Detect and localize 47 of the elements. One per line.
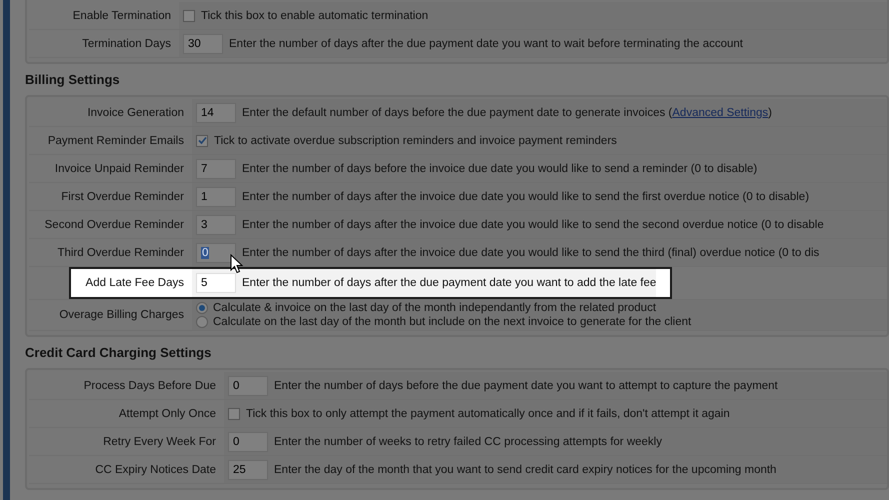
field-label: Process Days Before Due: [82, 380, 217, 392]
field-description: Tick this box to enable automatic termination: [201, 10, 428, 22]
field-description: Enter the number of days before the due payment date you want to attempt to capture the payment: [274, 380, 778, 392]
field-description: Enter the default number of days before the due payment date to generate invoices (Advanced Settings): [242, 106, 772, 118]
input-field[interactable]: 7: [196, 158, 236, 178]
checkbox[interactable]: [228, 408, 240, 420]
field-description: Enter the day of the month that you want to send credit card expiry notices for the upcoming month: [274, 464, 776, 476]
input-field[interactable]: 25: [228, 460, 268, 480]
input-field[interactable]: 14: [196, 102, 236, 122]
field-description: Enter the number of days after the due payment date you want to wait before terminating the account: [229, 38, 743, 50]
radio-button[interactable]: [196, 302, 208, 314]
option-label: Calculate on the last day of the month but include on the next invoice to generate for the client: [213, 316, 692, 328]
field-description: Enter the number of days after the invoice due date you would like to send the second overdue notice (0 to disable: [242, 218, 824, 230]
field-label: Termination Days: [81, 38, 172, 50]
field-description: Enter the number of weeks to retry failed CC processing attempts for weekly: [274, 436, 662, 448]
field-description: Enter the number of days after the invoice due date you would like to send the third (final) overdue notice (0 to dis: [242, 246, 820, 258]
field-description: Enter the number of days after the due payment date you want to add the late fee: [242, 277, 656, 289]
checkbox[interactable]: [183, 10, 195, 22]
field-description: Tick this box to only attempt the payment automatically once and if it fails, don't attempt it again: [246, 408, 730, 420]
option-label: Calculate & invoice on the last day of the month independantly from the related product: [213, 302, 656, 314]
field-label: CC Expiry Notices Date: [94, 464, 217, 476]
field-label: Overage Billing Charges: [58, 309, 185, 321]
field-label: Invoice Generation: [86, 106, 185, 118]
field-label: Attempt Only Once: [118, 408, 217, 420]
section-heading: Credit Card Charging Settings: [25, 344, 212, 362]
input-field[interactable]: 5: [196, 273, 236, 293]
field-label: Third Overdue Reminder: [56, 246, 185, 258]
checkbox[interactable]: [196, 134, 208, 146]
radio-button[interactable]: [196, 316, 208, 328]
field-label: Payment Reminder Emails: [46, 134, 185, 146]
input-field[interactable]: 3: [196, 214, 236, 234]
field-description: Tick to activate overdue subscription reminders and invoice payment reminders: [214, 134, 617, 146]
input-field[interactable]: 0: [228, 432, 268, 452]
advanced-settings-link[interactable]: Advanced Settings: [672, 106, 768, 118]
field-label: First Overdue Reminder: [60, 190, 185, 202]
input-field[interactable]: 0: [196, 242, 236, 262]
section-heading: Billing Settings: [25, 71, 121, 89]
field-label: Retry Every Week For: [102, 436, 217, 448]
input-field[interactable]: 1: [196, 186, 236, 206]
field-label: Enable Termination: [72, 10, 172, 22]
field-description: Enter the number of days after the invoice due date you would like to send the first overdue notice (0 to disable): [242, 190, 810, 202]
field-label: Invoice Unpaid Reminder: [54, 162, 185, 174]
field-label: Second Overdue Reminder: [44, 218, 185, 230]
field-description: Enter the number of days before the invoice due date you would like to send a reminder (0 to disable): [242, 162, 758, 174]
input-field[interactable]: 0: [228, 376, 268, 396]
input-field[interactable]: 30: [183, 34, 223, 54]
field-label: Add Late Fee Days: [84, 277, 185, 289]
